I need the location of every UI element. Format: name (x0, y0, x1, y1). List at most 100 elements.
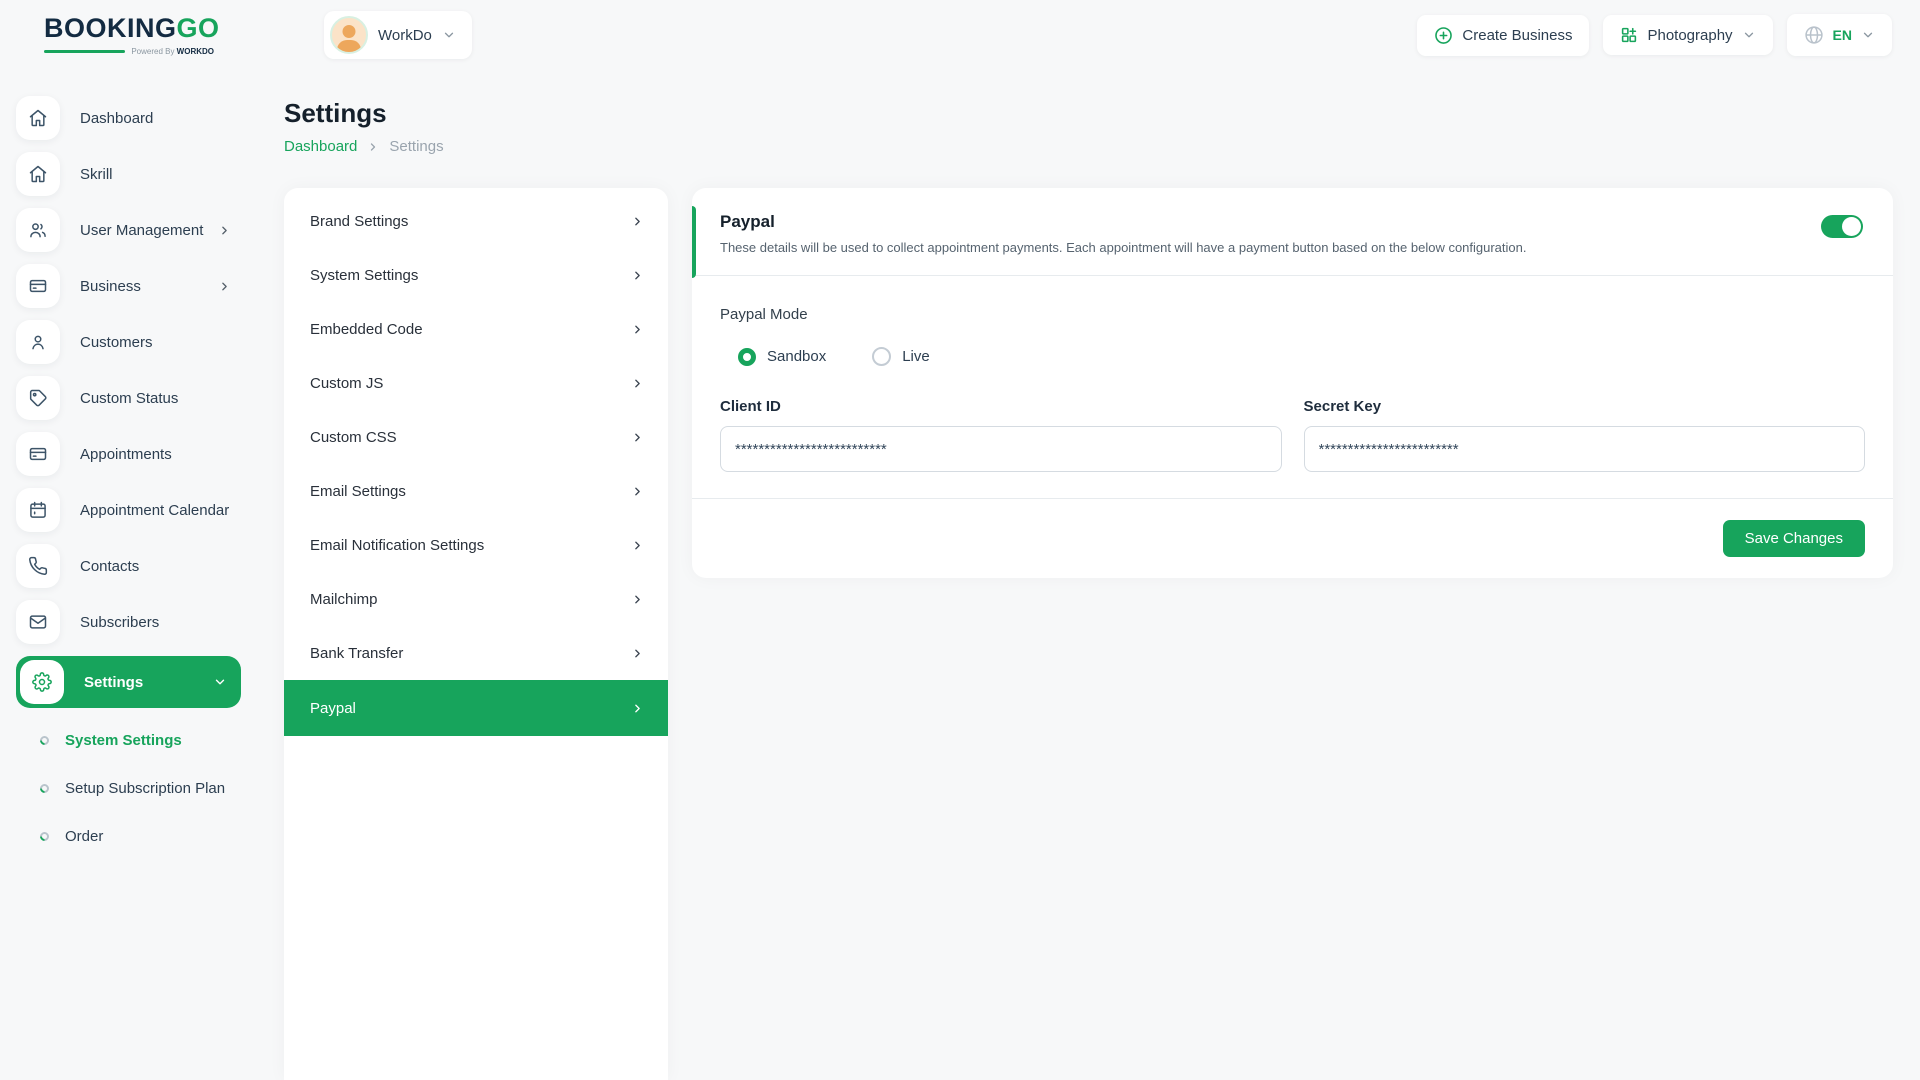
sidebar-subitem-label: Order (65, 828, 103, 845)
sidebar-item-subscribers[interactable]: Subscribers (16, 600, 241, 644)
paypal-mode-options: Sandbox Live (738, 347, 1865, 366)
chevron-right-icon (631, 702, 644, 715)
plus-circle-icon (1434, 26, 1453, 45)
secret-key-label: Secret Key (1304, 398, 1866, 415)
settings-menu-paypal[interactable]: Paypal (284, 680, 668, 736)
business-selector[interactable]: Photography (1603, 15, 1772, 55)
language-selector[interactable]: EN (1787, 14, 1892, 56)
gear-icon (20, 660, 64, 704)
workspace-switcher[interactable]: WorkDo (324, 11, 472, 59)
sidebar-item-dashboard[interactable]: Dashboard (16, 96, 241, 140)
workspace-name: WorkDo (378, 27, 432, 44)
breadcrumb: Dashboard Settings (284, 138, 1893, 155)
logo-text: BOOKINGGO (44, 15, 214, 42)
menu-item-label: Bank Transfer (310, 645, 403, 662)
settings-menu-email-notification-settings[interactable]: Email Notification Settings (284, 518, 668, 572)
sidebar-item-custom-status[interactable]: Custom Status (16, 376, 241, 420)
create-business-button[interactable]: Create Business (1417, 15, 1589, 56)
sidebar-item-contacts[interactable]: Contacts (16, 544, 241, 588)
menu-item-label: System Settings (310, 267, 418, 284)
chevron-down-icon (1861, 28, 1875, 42)
chevron-right-icon (631, 269, 644, 282)
settings-menu-bank-transfer[interactable]: Bank Transfer (284, 626, 668, 680)
chevron-down-icon (1742, 28, 1756, 42)
menu-item-label: Embedded Code (310, 321, 423, 338)
chevron-down-icon (442, 28, 456, 42)
sidebar-item-label: Customers (80, 334, 153, 351)
save-changes-button[interactable]: Save Changes (1723, 520, 1865, 557)
settings-menu-custom-js[interactable]: Custom JS (284, 356, 668, 410)
chevron-right-icon (631, 323, 644, 336)
chevron-right-icon (631, 431, 644, 444)
sidebar-subitem-setup-subscription-plan[interactable]: Setup Subscription Plan (16, 764, 241, 812)
powered-by-label: Powered By WORKDO (131, 47, 214, 56)
radio-unselected-icon (872, 347, 891, 366)
settings-menu-mailchimp[interactable]: Mailchimp (284, 572, 668, 626)
settings-menu-system-settings[interactable]: System Settings (284, 248, 668, 302)
sidebar-item-label: Custom Status (80, 390, 178, 407)
settings-menu-card: Brand Settings System Settings Embedded … (284, 188, 668, 1080)
sidebar-subitem-order[interactable]: Order (16, 812, 241, 860)
logo-underline (44, 50, 125, 53)
tag-icon (16, 376, 60, 420)
sidebar-item-label: Appointment Calendar (80, 502, 229, 519)
sidebar-item-label: Subscribers (80, 614, 159, 631)
phone-icon (16, 544, 60, 588)
radio-sandbox[interactable]: Sandbox (738, 348, 826, 366)
sidebar-subitem-system-settings[interactable]: System Settings (16, 716, 241, 764)
menu-item-label: Brand Settings (310, 213, 408, 230)
sidebar-item-user-management[interactable]: User Management (16, 208, 241, 252)
paypal-settings-card: Paypal These details will be used to col… (692, 188, 1893, 578)
sidebar-nav: Dashboard Skrill User Management Busines… (0, 70, 255, 1080)
globe-icon (1804, 25, 1824, 45)
menu-item-label: Custom JS (310, 375, 383, 392)
settings-menu-embedded-code[interactable]: Embedded Code (284, 302, 668, 356)
paypal-card-footer: Save Changes (692, 498, 1893, 578)
sidebar-item-label: Appointments (80, 446, 172, 463)
home-icon (16, 96, 60, 140)
credit-card-icon (16, 264, 60, 308)
home-icon (16, 152, 60, 196)
breadcrumb-current: Settings (389, 138, 443, 155)
header-actions: Create Business Photography EN (1417, 14, 1892, 56)
sidebar-item-settings[interactable]: Settings (16, 656, 241, 708)
sidebar-item-appointments[interactable]: Appointments (16, 432, 241, 476)
paypal-card-header: Paypal These details will be used to col… (692, 188, 1893, 275)
breadcrumb-dashboard-link[interactable]: Dashboard (284, 138, 357, 155)
settings-menu-custom-css[interactable]: Custom CSS (284, 410, 668, 464)
paypal-card-title: Paypal (720, 212, 1527, 232)
client-id-input[interactable] (720, 426, 1282, 472)
sidebar-item-skrill[interactable]: Skrill (16, 152, 241, 196)
sidebar-item-customers[interactable]: Customers (16, 320, 241, 364)
create-business-label: Create Business (1462, 27, 1572, 44)
business-selector-label: Photography (1647, 27, 1732, 44)
menu-item-label: Paypal (310, 700, 356, 717)
client-id-label: Client ID (720, 398, 1282, 415)
chevron-right-icon (631, 215, 644, 228)
radio-label: Sandbox (767, 348, 826, 365)
sidebar-item-label: Contacts (80, 558, 139, 575)
users-icon (16, 208, 60, 252)
settings-menu-email-settings[interactable]: Email Settings (284, 464, 668, 518)
calendar-icon (16, 488, 60, 532)
sidebar-subitem-label: Setup Subscription Plan (65, 780, 225, 797)
sidebar-item-appointment-calendar[interactable]: Appointment Calendar (16, 488, 241, 532)
paypal-card-body: Paypal Mode Sandbox Live Cli (692, 276, 1893, 498)
radio-label: Live (902, 348, 930, 365)
menu-item-label: Email Notification Settings (310, 537, 484, 554)
app-logo[interactable]: BOOKINGGO Powered By WORKDO (44, 15, 214, 56)
sidebar-item-label: Skrill (80, 166, 113, 183)
sidebar-item-business[interactable]: Business (16, 264, 241, 308)
bullet-icon (38, 734, 51, 747)
paypal-enabled-toggle[interactable] (1821, 215, 1863, 238)
top-header: BOOKINGGO Powered By WORKDO WorkDo Creat… (0, 0, 1920, 70)
category-grid-icon (1620, 26, 1638, 44)
chevron-right-icon (367, 141, 379, 153)
radio-live[interactable]: Live (872, 347, 930, 366)
logo-tagline: Powered By WORKDO (44, 47, 214, 56)
settings-menu-brand-settings[interactable]: Brand Settings (284, 194, 668, 248)
chevron-down-icon (213, 675, 227, 689)
secret-key-input[interactable] (1304, 426, 1866, 472)
main-content: Settings Dashboard Settings Brand Settin… (255, 70, 1920, 1080)
radio-selected-icon (738, 348, 756, 366)
